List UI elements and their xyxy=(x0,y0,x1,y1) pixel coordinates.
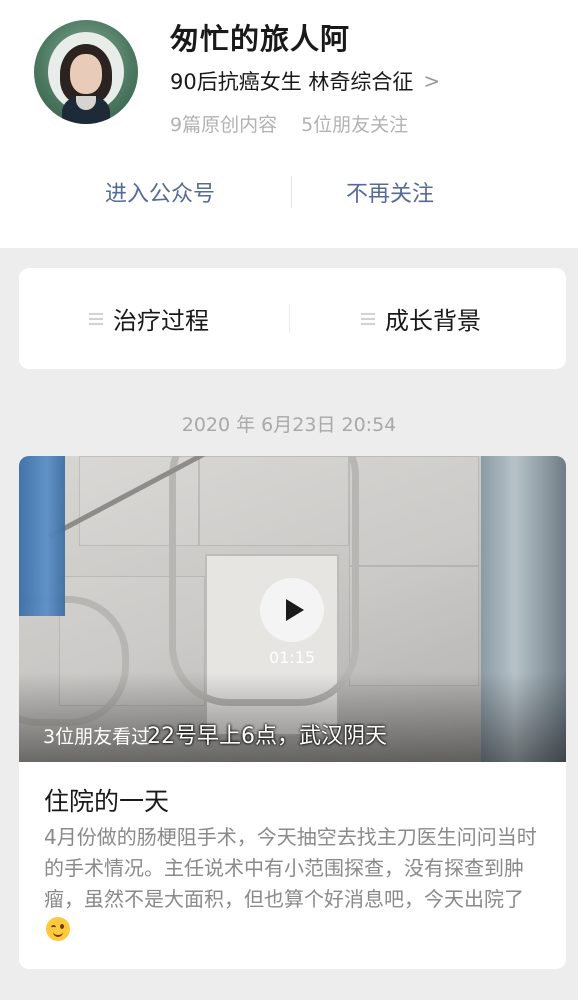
account-bio[interactable]: 90后抗癌女生 林奇综合征 > xyxy=(170,66,440,96)
play-icon[interactable] xyxy=(260,578,324,642)
profile-card: 匆忙的旅人阿 90后抗癌女生 林奇综合征 > 9篇原创内容 5位朋友关注 进入公… xyxy=(0,0,578,248)
video-duration: 01:15 xyxy=(268,648,316,667)
avatar-face xyxy=(70,54,102,94)
ceiling-tile xyxy=(349,566,479,686)
curtain xyxy=(19,456,65,616)
video-caption: 22号早上6点，武汉阴天 xyxy=(147,724,387,749)
menu-list-icon xyxy=(361,312,375,325)
unfollow-button[interactable]: 不再关注 xyxy=(290,172,490,212)
ceiling-tile xyxy=(349,456,479,566)
menu-item-label: 治疗过程 xyxy=(113,307,209,335)
menu-item-label: 成长背景 xyxy=(385,307,481,335)
wink-emoji-icon xyxy=(46,917,70,941)
menu-list-icon xyxy=(89,312,103,325)
menu-item-treatment[interactable]: 治疗过程 xyxy=(89,268,209,369)
menu-divider xyxy=(289,304,290,333)
account-stats: 9篇原创内容 5位朋友关注 xyxy=(170,110,408,137)
article-title[interactable]: 住院的一天 xyxy=(44,782,169,818)
account-name: 匆忙的旅人阿 xyxy=(170,22,351,56)
video-thumbnail[interactable]: 01:15 3位朋友看过 22号早上6点，武汉阴天 xyxy=(19,456,566,762)
original-count: 9篇原创内容 xyxy=(170,114,278,136)
profile-actions: 进入公众号 不再关注 xyxy=(0,172,578,212)
avatar[interactable] xyxy=(34,20,138,124)
enter-account-button[interactable]: 进入公众号 xyxy=(60,172,260,212)
article-summary: 4月份做的肠梗阻手术，今天抽空去找主刀医生问问当时的手术情况。主任说术中有小范围… xyxy=(44,822,544,946)
article-card[interactable]: 01:15 3位朋友看过 22号早上6点，武汉阴天 住院的一天 4月份做的肠梗阻… xyxy=(19,456,566,969)
curtain-rail xyxy=(169,456,359,706)
friends-read-count: 3位朋友看过 xyxy=(43,726,151,748)
friends-follow-count: 5位朋友关注 xyxy=(301,114,409,136)
article-summary-text: 4月份做的肠梗阻手术，今天抽空去找主刀医生问问当时的手术情况。主任说术中有小范围… xyxy=(44,825,537,911)
menu-item-background[interactable]: 成长背景 xyxy=(361,268,481,369)
account-bio-text: 90后抗癌女生 林奇综合征 xyxy=(170,70,414,94)
account-menu: 治疗过程 成长背景 xyxy=(19,268,566,369)
message-timestamp: 2020 年 6月23日 20:54 xyxy=(181,414,397,436)
chevron-right-icon: > xyxy=(423,69,441,93)
